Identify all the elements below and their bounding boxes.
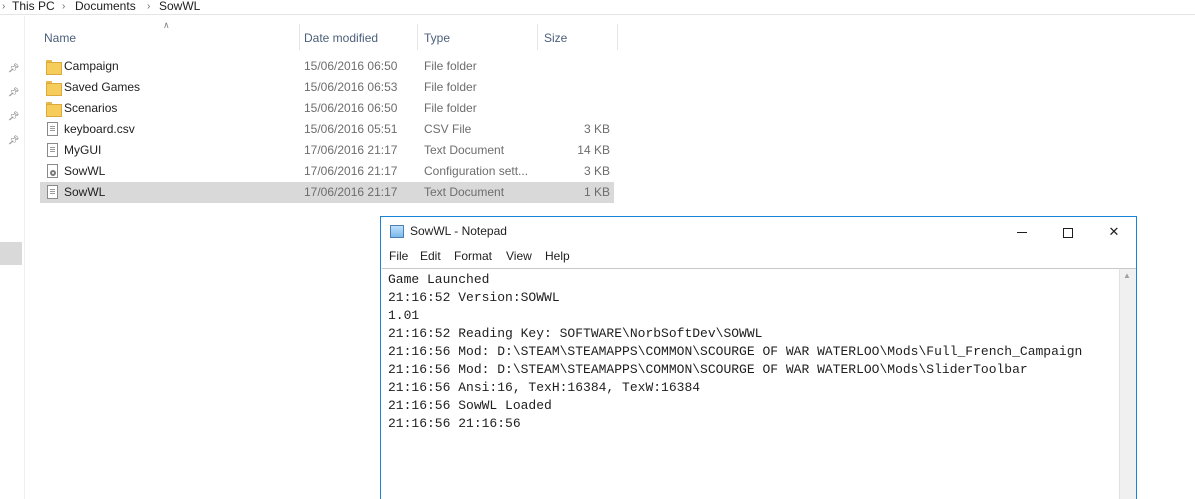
breadcrumb-documents[interactable]: Documents (75, 0, 136, 13)
file-name: MyGUI (64, 143, 102, 157)
text-line: 21:16:56 Mod: D:\STEAM\STEAMAPPS\COMMON\… (388, 344, 1083, 359)
file-name: Campaign (64, 59, 119, 73)
notepad-menubar: File Edit Format View Help (381, 246, 1136, 267)
notepad-window: SowWL - Notepad ✕ File Edit Format View … (380, 216, 1137, 499)
file-row[interactable]: Saved Games 15/06/2016 06:53 File folder (40, 77, 614, 98)
pin-icon[interactable]: 📌︎ (8, 63, 19, 73)
file-size (544, 77, 610, 98)
pin-icon[interactable]: 📌︎ (8, 111, 19, 121)
notepad-title: SowWL - Notepad (410, 224, 507, 238)
folder-icon (46, 59, 62, 75)
text-file-icon (46, 185, 60, 200)
file-type: File folder (424, 80, 477, 94)
file-row[interactable]: Campaign 15/06/2016 06:50 File folder (40, 56, 614, 77)
file-date: 15/06/2016 06:53 (304, 80, 398, 94)
text-line: 21:16:56 SowWL Loaded (388, 398, 552, 413)
vertical-scrollbar[interactable]: ▲ (1119, 268, 1136, 499)
column-size[interactable]: Size (540, 24, 617, 50)
file-date: 17/06/2016 21:17 (304, 185, 398, 199)
file-row[interactable]: Scenarios 15/06/2016 06:50 File folder (40, 98, 614, 119)
pin-icon[interactable]: 📌︎ (8, 135, 19, 145)
csv-file-icon (46, 122, 60, 137)
navigation-pane: 📌︎ 📌︎ 📌︎ 📌︎ (0, 16, 25, 499)
file-type: CSV File (424, 122, 472, 136)
file-size: 3 KB (583, 122, 610, 136)
column-divider[interactable] (617, 24, 618, 50)
menu-format[interactable]: Format (454, 246, 492, 267)
folder-icon (46, 80, 62, 96)
folder-icon (46, 101, 62, 117)
text-line: 1.01 (388, 308, 420, 323)
text-file-icon (46, 143, 60, 158)
close-button[interactable]: ✕ (1091, 217, 1137, 246)
file-size (544, 56, 610, 77)
breadcrumb-separator[interactable]: › (62, 1, 65, 13)
file-size (544, 98, 610, 119)
maximize-button[interactable] (1045, 217, 1091, 246)
file-type: File folder (424, 59, 477, 73)
notepad-text-area[interactable]: Game Launched 21:16:52 Version:SOWWL 1.0… (382, 268, 1119, 499)
breadcrumb-separator[interactable]: › (147, 1, 150, 13)
pin-icon[interactable]: 📌︎ (8, 87, 19, 97)
scroll-up-arrow-icon[interactable]: ▲ (1123, 271, 1131, 280)
minimize-icon (1017, 232, 1027, 234)
menu-help[interactable]: Help (545, 246, 570, 267)
file-type: Text Document (424, 143, 505, 157)
file-row[interactable]: SowWL 17/06/2016 21:17 Configuration set… (40, 161, 614, 182)
maximize-icon (1063, 227, 1073, 238)
nav-selected-item[interactable] (0, 242, 22, 265)
column-divider[interactable] (417, 24, 418, 50)
file-size: 1 KB (583, 185, 610, 199)
notepad-titlebar[interactable]: SowWL - Notepad ✕ (381, 217, 1136, 246)
file-size: 14 KB (577, 143, 610, 157)
column-type[interactable]: Type (420, 24, 537, 50)
text-line: 21:16:56 Mod: D:\STEAM\STEAMAPPS\COMMON\… (388, 362, 1028, 377)
file-date: 17/06/2016 21:17 (304, 143, 398, 157)
file-type: Configuration sett... (424, 164, 529, 178)
text-line: Game Launched (388, 272, 490, 287)
column-date-modified[interactable]: Date modified (300, 24, 417, 50)
breadcrumb-sowwl[interactable]: SowWL (159, 0, 200, 13)
breadcrumb-separator: › (2, 1, 6, 12)
file-date: 15/06/2016 06:50 (304, 59, 398, 73)
text-line: 21:16:56 Ansi:16, TexH:16384, TexW:16384 (388, 380, 701, 395)
breadcrumb-this-pc[interactable]: This PC (12, 0, 55, 13)
file-name: Saved Games (64, 80, 141, 94)
file-name: Scenarios (64, 101, 118, 115)
text-line: 21:16:52 Version:SOWWL (388, 290, 560, 305)
file-date: 15/06/2016 05:51 (304, 122, 398, 136)
file-row[interactable]: MyGUI 17/06/2016 21:17 Text Document 14 … (40, 140, 614, 161)
minimize-button[interactable] (999, 217, 1045, 246)
desktop: › This PC › Documents › SowWL 📌︎ 📌︎ 📌︎ 📌… (0, 0, 1195, 499)
notepad-app-icon[interactable] (390, 225, 404, 238)
file-size: 3 KB (583, 164, 610, 178)
text-line: 21:16:52 Reading Key: SOFTWARE\NorbSoftD… (388, 326, 763, 341)
file-name: keyboard.csv (64, 122, 135, 136)
file-type: Text Document (424, 185, 505, 199)
text-line: 21:16:56 21:16:56 (388, 416, 521, 431)
file-row-selected[interactable]: SowWL 17/06/2016 21:17 Text Document 1 K… (40, 182, 614, 203)
file-row[interactable]: keyboard.csv 15/06/2016 05:51 CSV File 3… (40, 119, 614, 140)
column-divider[interactable] (537, 24, 538, 50)
file-name: SowWL (64, 185, 106, 199)
menu-edit[interactable]: Edit (420, 246, 441, 267)
menu-file[interactable]: File (389, 246, 408, 267)
file-type: File folder (424, 101, 477, 115)
file-date: 15/06/2016 06:50 (304, 101, 398, 115)
file-name: SowWL (64, 164, 106, 178)
close-icon: ✕ (1108, 224, 1120, 239)
column-name[interactable]: Name (40, 24, 300, 50)
config-file-icon (46, 164, 60, 179)
breadcrumb: › This PC › Documents › SowWL (0, 0, 1195, 15)
menu-view[interactable]: View (506, 246, 532, 267)
file-date: 17/06/2016 21:17 (304, 164, 398, 178)
